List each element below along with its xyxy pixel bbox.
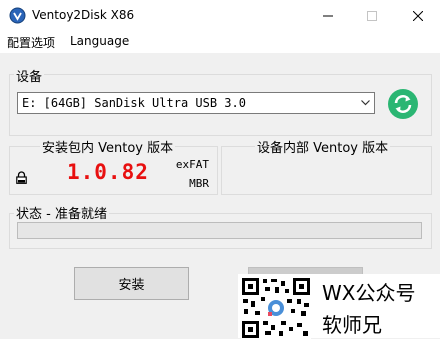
device-group-label: 设备: [14, 66, 45, 85]
title-bar: Ventoy2Disk X86: [0, 0, 440, 31]
maximize-icon: [366, 10, 377, 21]
window-title: Ventoy2Disk X86: [32, 8, 135, 22]
chevron-down-icon[interactable]: [356, 93, 374, 113]
lock-icon[interactable]: [16, 171, 27, 184]
watermark: WX公众号 软师兄: [238, 274, 440, 339]
maximize-button[interactable]: [349, 0, 394, 31]
minimize-icon: [322, 15, 333, 16]
install-button[interactable]: 安装: [74, 267, 189, 300]
ventoy-app-icon: [9, 7, 26, 24]
device-version-label: 设备内部 Ventoy 版本: [255, 137, 391, 156]
close-button[interactable]: [395, 0, 440, 31]
close-icon: [412, 10, 423, 21]
watermark-line-2: 软师兄: [322, 313, 382, 337]
watermark-line-1: WX公众号: [322, 281, 416, 305]
partition-style: MBR: [189, 177, 209, 190]
device-select-value: E: [64GB] SanDisk Ultra USB 3.0: [22, 96, 246, 110]
menu-bar: 配置选项 Language: [0, 31, 440, 54]
status-label: 状态 - 准备就绪: [14, 203, 109, 222]
menu-item-language[interactable]: Language: [70, 34, 129, 48]
package-version-label: 安装包内 Ventoy 版本: [40, 137, 176, 156]
filesystem-type: exFAT: [175, 158, 209, 171]
qr-code-icon: [241, 277, 311, 339]
package-version-value: 1.0.82: [67, 160, 149, 184]
minimize-button[interactable]: [305, 0, 350, 31]
progress-bar: [17, 222, 422, 239]
menu-item-options[interactable]: 配置选项: [7, 34, 55, 51]
device-select[interactable]: E: [64GB] SanDisk Ultra USB 3.0: [17, 92, 375, 114]
refresh-icon[interactable]: [387, 88, 419, 120]
